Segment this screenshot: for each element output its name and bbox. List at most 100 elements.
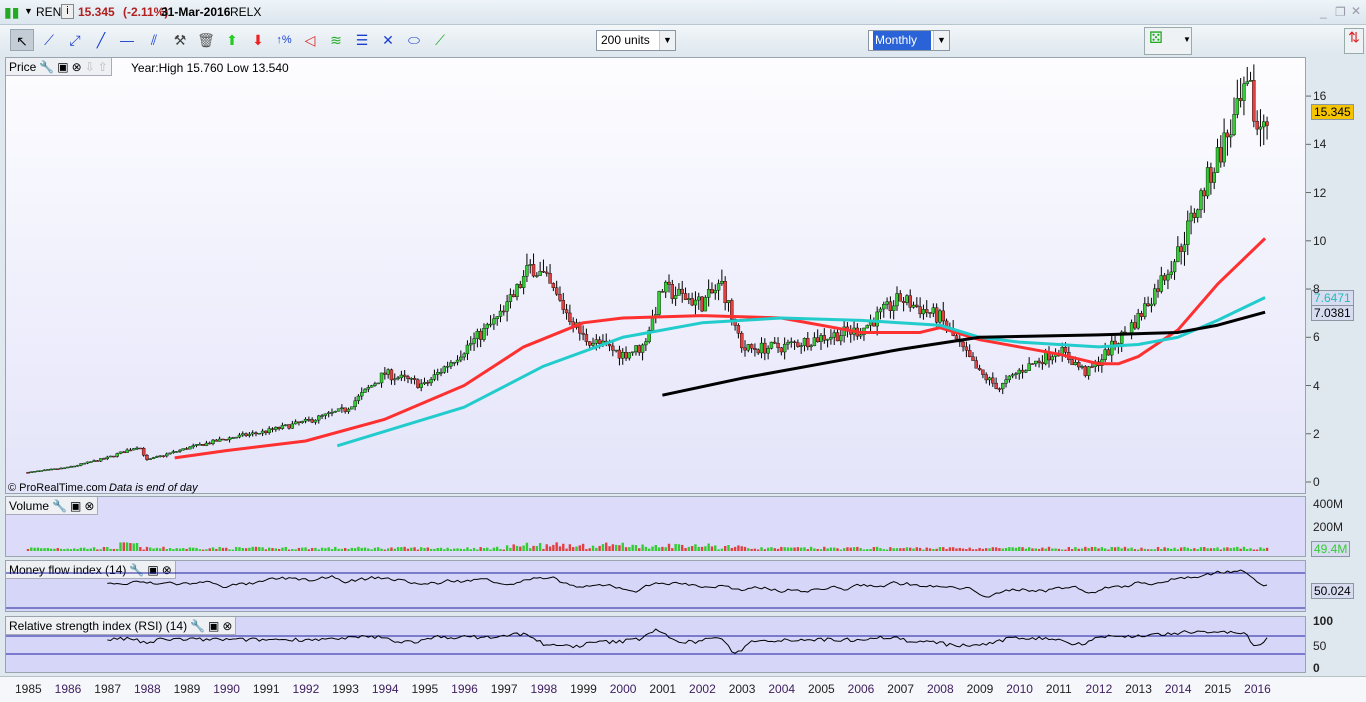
rsi-tick: 0	[1313, 661, 1320, 675]
x-tick-label: 1992	[292, 682, 320, 696]
move-down-icon[interactable]: ⇩	[85, 60, 95, 74]
volume-last-tag: 49.4M	[1311, 541, 1351, 557]
x-tick-label: 2008	[926, 682, 954, 696]
rsi-tick: 100	[1313, 614, 1334, 628]
x-tick-label: 2004	[768, 682, 796, 696]
wrench-icon[interactable]: 🔧	[129, 563, 144, 577]
segment-tool-icon[interactable]: ⟋	[37, 29, 61, 51]
last-price: 15.345	[78, 5, 115, 19]
volume-tick: 200M	[1313, 520, 1344, 534]
x-tick-label: 2009	[966, 682, 994, 696]
mfi-last-tag: 50.024	[1311, 583, 1354, 599]
x-tick-label: 2012	[1085, 682, 1113, 696]
trash-icon[interactable]: 🗑	[194, 29, 218, 51]
rsi-panel-header: Relative strength index (RSI) (14) 🔧 ▣ ⊗	[6, 617, 237, 635]
x-tick-label: 1996	[451, 682, 478, 696]
y-tick-label: 12	[1313, 185, 1327, 200]
period-value: Monthly	[873, 31, 931, 50]
date: 31-Mar-2016	[161, 5, 231, 19]
last-price-tag: 15.345	[1311, 104, 1354, 120]
chevron-down-icon: ▼	[1183, 35, 1191, 44]
mfi-panel[interactable]: Money flow index (14) 🔧 ▣ ⊗	[5, 560, 1306, 612]
x-tick-label: 2011	[1045, 682, 1072, 696]
x-tick-label: 2003	[728, 682, 756, 696]
sync-icon[interactable]: ⇅	[1344, 28, 1364, 54]
x-tick-label: 1989	[173, 682, 201, 696]
window-icon[interactable]: ▣	[57, 60, 68, 74]
close-icon[interactable]: ⊗	[162, 563, 172, 577]
price-panel-header: Price 🔧 ▣ ⊗ ⇩ ⇧	[6, 58, 112, 76]
units-value: 200 units	[601, 33, 650, 47]
pointer-tool-icon[interactable]: ↖	[10, 29, 34, 51]
window-icon[interactable]: ▣	[208, 619, 219, 633]
window-icon[interactable]: ▣	[147, 563, 158, 577]
x-tick-label: 2015	[1204, 682, 1232, 696]
x-tick-label: 1988	[133, 682, 161, 696]
x-tick-label: 2013	[1125, 682, 1152, 696]
down-arrow-icon[interactable]: ⬇	[246, 29, 270, 51]
x-tick-label: 1993	[332, 682, 359, 696]
indicators-button[interactable]: ⚄ ▼	[1144, 27, 1192, 55]
x-tick-label: 2005	[808, 682, 835, 696]
x-tick-label: 2002	[689, 682, 716, 696]
x-tick-label: 1995	[411, 682, 439, 696]
move-up-icon[interactable]: ⇧	[98, 60, 108, 74]
percent-icon[interactable]: ↑%	[272, 29, 296, 51]
volume-tick: 400M	[1313, 497, 1344, 511]
close-icon[interactable]: ⊗	[72, 60, 82, 74]
trendline-icon[interactable]: ⟋	[428, 29, 452, 51]
chevron-down-icon[interactable]: ▼	[24, 6, 33, 16]
y-tick-label: 10	[1313, 233, 1327, 248]
y-tick-label: 8	[1313, 282, 1320, 297]
volume-panel-header: Volume 🔧 ▣ ⊗	[6, 497, 99, 515]
x-tick-label: 2016	[1244, 682, 1271, 696]
window-icon[interactable]: ▣	[70, 499, 81, 513]
channel-icon[interactable]: ≋	[324, 29, 348, 51]
x-axis	[0, 676, 1366, 702]
x-tick-label: 1987	[94, 682, 121, 696]
close-icon[interactable]: ⊗	[84, 499, 94, 513]
tools-icon[interactable]: ⚒	[168, 29, 192, 51]
x-tick-label: 2010	[1006, 682, 1033, 696]
fibonacci-icon[interactable]: ☰	[350, 29, 374, 51]
up-arrow-icon[interactable]: ⬆	[220, 29, 244, 51]
ellipse-icon[interactable]: ⬭	[402, 29, 426, 51]
symbol: REN	[36, 5, 62, 19]
wrench-icon[interactable]: 🔧	[39, 60, 54, 74]
y-tick-label: 4	[1313, 378, 1320, 393]
x-tick-label: 1999	[570, 682, 597, 696]
instrument-name: RELX	[230, 5, 262, 19]
y-tick-label: 2	[1313, 426, 1320, 441]
close-icon[interactable]: ⊗	[222, 619, 232, 633]
pitchfork-icon[interactable]: ✕	[376, 29, 400, 51]
chevron-down-icon: ▼	[659, 31, 675, 50]
minimize-icon[interactable]: _	[1320, 5, 1327, 19]
x-tick-label: 2000	[609, 682, 637, 696]
line-tool-icon[interactable]: ╱	[89, 29, 113, 51]
candlestick-icon[interactable]: ▮▮	[4, 4, 19, 21]
volume-panel[interactable]: Volume 🔧 ▣ ⊗	[5, 496, 1306, 557]
triangle-icon[interactable]: ◁	[298, 29, 322, 51]
x-tick-label: 1997	[490, 682, 518, 696]
restore-icon[interactable]: ❐	[1335, 5, 1346, 19]
info-icon[interactable]: i	[61, 4, 74, 19]
price-panel[interactable]: Price 🔧 ▣ ⊗ ⇩ ⇧ Year:High 15.760 Low 13.…	[5, 57, 1306, 494]
two-point-tool-icon[interactable]: ⤢	[63, 29, 87, 51]
mfi-label: Money flow index (14)	[9, 562, 127, 577]
rsi-tick: 50	[1313, 639, 1327, 653]
rsi-panel[interactable]: Relative strength index (RSI) (14) 🔧 ▣ ⊗	[5, 616, 1306, 673]
x-tick-label: 1991	[252, 682, 280, 696]
wrench-icon[interactable]: 🔧	[52, 499, 67, 513]
units-select[interactable]: 200 units ▼	[596, 30, 676, 51]
rsi-label: Relative strength index (RSI) (14)	[9, 618, 188, 633]
horizontal-line-icon[interactable]: —	[115, 29, 139, 51]
close-icon[interactable]: ✕	[1351, 4, 1361, 18]
mfi-panel-header: Money flow index (14) 🔧 ▣ ⊗	[6, 561, 176, 579]
volume-label: Volume	[9, 498, 50, 513]
x-tick-label: 2014	[1164, 682, 1192, 696]
data-note: Data is end of day	[109, 482, 198, 494]
parallel-lines-icon[interactable]: ⫽	[142, 29, 166, 51]
period-select[interactable]: Monthly ▼	[868, 30, 950, 51]
wrench-icon[interactable]: 🔧	[190, 619, 205, 633]
x-tick-label: 1986	[54, 682, 82, 696]
